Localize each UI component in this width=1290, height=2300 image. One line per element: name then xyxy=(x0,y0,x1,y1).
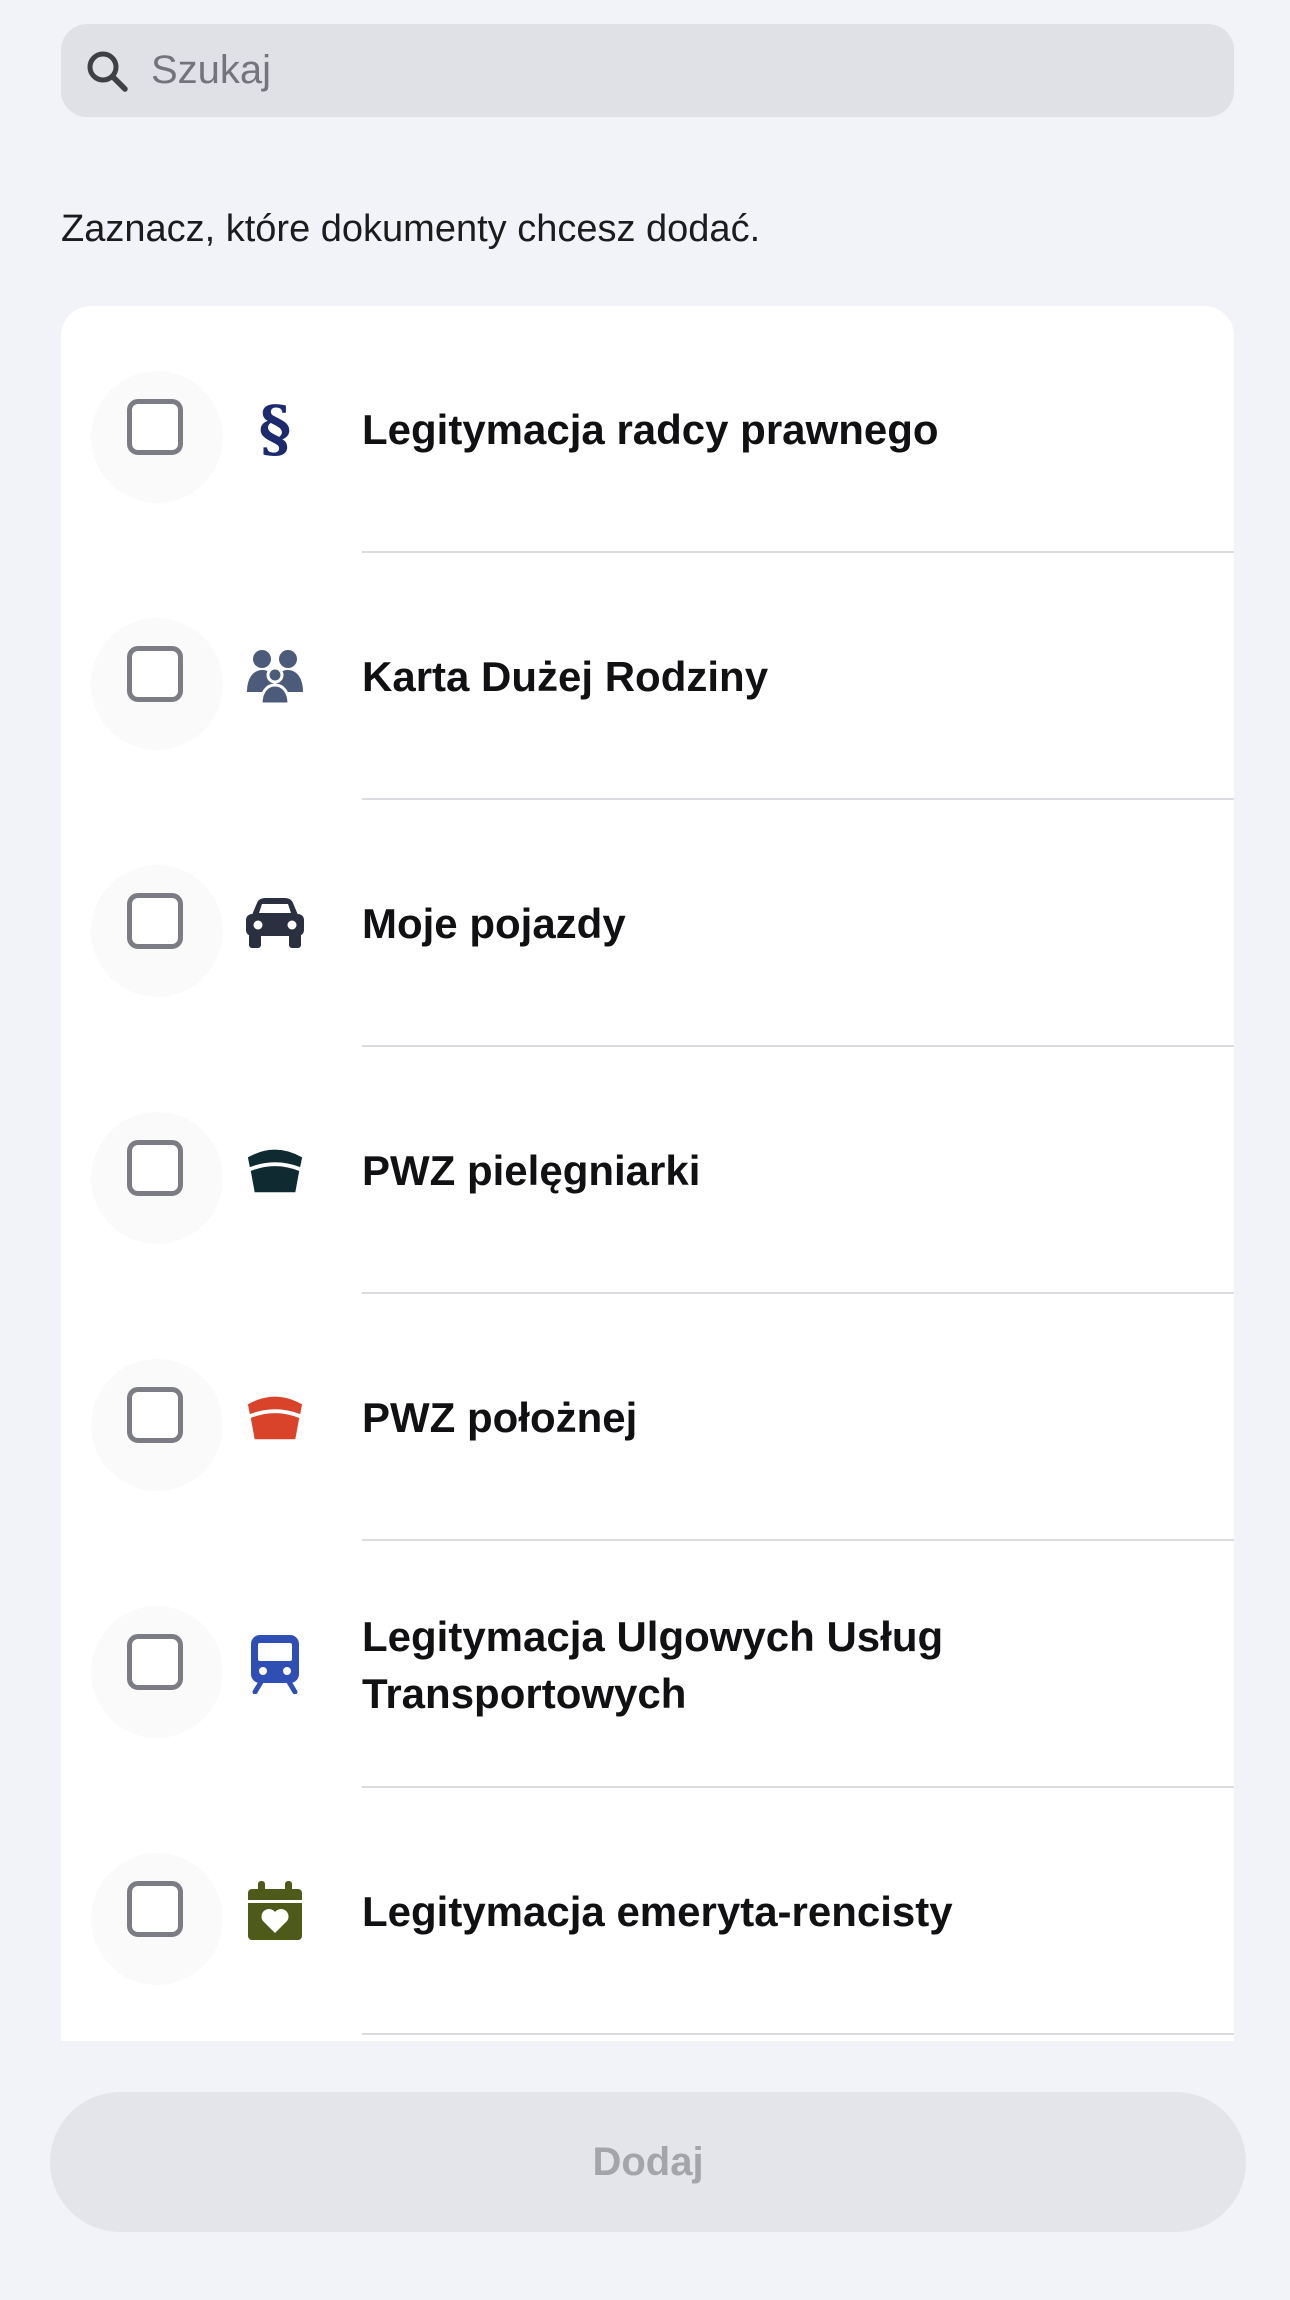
checkbox[interactable] xyxy=(127,1140,183,1196)
train-icon xyxy=(245,1634,305,1694)
document-list: § Legitymacja radcy prawnego Karta Dużej… xyxy=(61,306,1234,2041)
add-button[interactable]: Dodaj xyxy=(50,2092,1246,2232)
checkbox[interactable] xyxy=(127,399,183,455)
document-row-legitymacja-emeryta-rencisty[interactable]: Legitymacja emeryta-rencisty xyxy=(61,1788,1234,2035)
document-label: Legitymacja emeryta-rencisty xyxy=(362,1888,953,1935)
car-icon xyxy=(245,893,305,953)
instruction-text: Zaznacz, które dokumenty chcesz dodać. xyxy=(61,208,761,250)
family-icon xyxy=(245,646,305,706)
document-row-moje-pojazdy[interactable]: Moje pojazdy xyxy=(61,800,1234,1047)
search-bar[interactable] xyxy=(61,24,1234,117)
checkbox[interactable] xyxy=(127,1634,183,1690)
checkbox[interactable] xyxy=(127,1387,183,1443)
document-label: Karta Dużej Rodziny xyxy=(362,653,769,700)
document-row-karta-duzej-rodziny[interactable]: Karta Dużej Rodziny xyxy=(61,553,1234,800)
document-row-legitymacja-ulgowych-uslug-transportowych[interactable]: Legitymacja Ulgowych Usług Transportowyc… xyxy=(61,1541,1234,1788)
document-label: Legitymacja Ulgowych Usług Transportowyc… xyxy=(362,1612,944,1717)
nurse-cap-icon xyxy=(245,1140,305,1200)
search-input[interactable] xyxy=(149,47,1153,94)
paragraph-icon: § xyxy=(258,392,292,465)
checkbox[interactable] xyxy=(127,893,183,949)
search-icon xyxy=(87,51,128,92)
document-label: PWZ położnej xyxy=(362,1394,638,1441)
midwife-cap-icon xyxy=(245,1387,305,1447)
document-label: Legitymacja radcy prawnego xyxy=(362,406,939,453)
document-row-legitymacja-radcy-prawnego[interactable]: § Legitymacja radcy prawnego xyxy=(61,306,1234,553)
calendar-heart-icon xyxy=(245,1881,305,1941)
document-label: PWZ pielęgniarki xyxy=(362,1147,701,1194)
document-label: Moje pojazdy xyxy=(362,900,626,947)
document-row-pwz-poloznej[interactable]: PWZ położnej xyxy=(61,1294,1234,1541)
document-row-pwz-pielegniarki[interactable]: PWZ pielęgniarki xyxy=(61,1047,1234,1294)
checkbox[interactable] xyxy=(127,646,183,702)
checkbox[interactable] xyxy=(127,1881,183,1937)
